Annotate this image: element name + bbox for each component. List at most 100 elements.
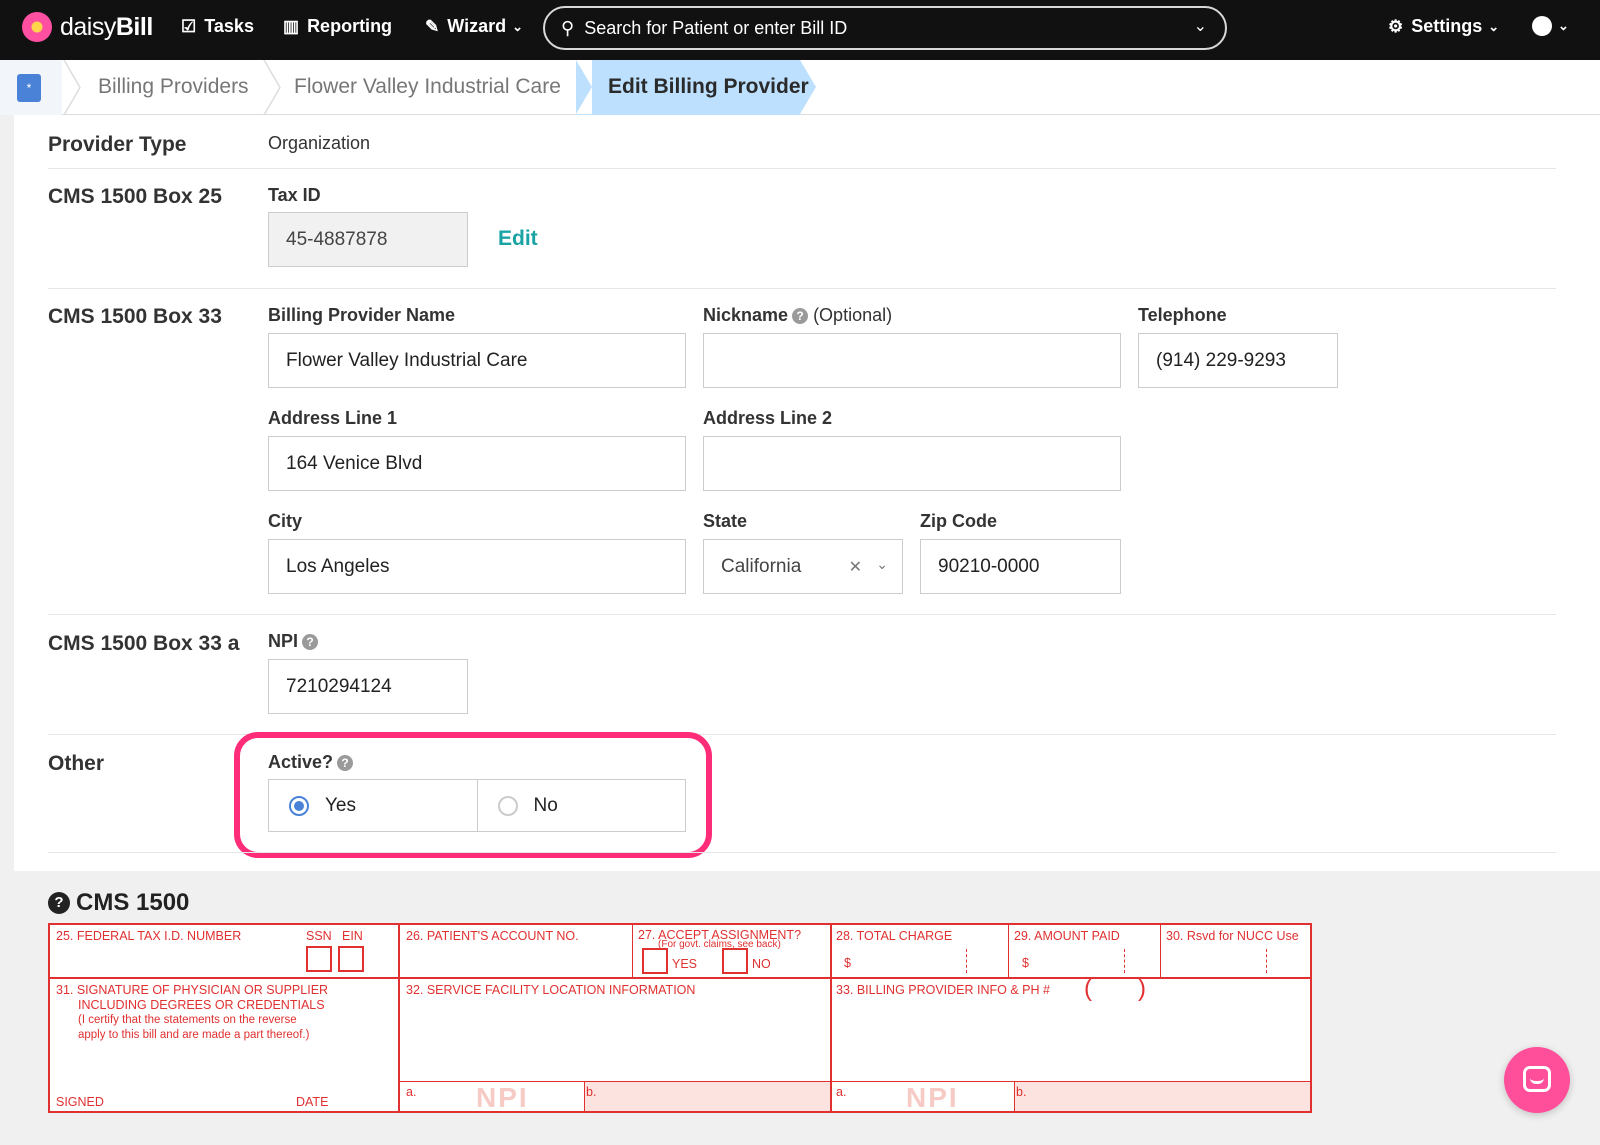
nav-wizard-label: Wizard <box>447 16 507 36</box>
ein-checkbox <box>338 946 364 972</box>
cms-field-25: 25. FEDERAL TAX I.D. NUMBER <box>56 929 242 943</box>
breadcrumb-edit-billing-provider: Edit Billing Provider <box>608 75 809 98</box>
telephone-label: Telephone <box>1138 305 1227 325</box>
breadcrumb: * Billing Providers Flower Valley Indust… <box>0 60 1600 115</box>
chat-launcher-button[interactable] <box>1504 1047 1570 1113</box>
cms-33a: a. <box>836 1085 847 1099</box>
zip-code-label: Zip Code <box>920 511 997 531</box>
state-label: State <box>703 511 748 531</box>
telephone-field[interactable]: (914) 229-9293 <box>1138 333 1338 388</box>
cms-field-33: 33. BILLING PROVIDER INFO & PH # <box>836 983 1050 997</box>
state-select[interactable]: California ✕ ⌄ <box>703 539 903 594</box>
magic-wand-icon: ✎ <box>425 16 440 36</box>
provider-type-value: Organization <box>268 133 371 153</box>
nav-wizard[interactable]: ✎ Wizard ⌄ <box>425 16 523 37</box>
tax-id-label: Tax ID <box>268 185 321 205</box>
npi-field[interactable]: 7210294124 <box>268 659 468 714</box>
search-icon: ⚲ <box>561 17 575 38</box>
tax-id-field: 45-4887878 <box>268 212 468 267</box>
nav-settings-label: Settings <box>1411 16 1483 36</box>
no-checkbox <box>722 948 748 974</box>
section-box-33: CMS 1500 Box 33 <box>48 305 222 328</box>
nav-tasks-label: Tasks <box>204 16 254 36</box>
cms-32a: a. <box>406 1085 417 1099</box>
cms-title-text: CMS 1500 <box>76 889 190 916</box>
clipboard-check-icon: ☑ <box>181 16 197 36</box>
cms-field-32: 32. SERVICE FACILITY LOCATION INFORMATIO… <box>406 983 696 997</box>
cms-field-31-line2: INCLUDING DEGREES OR CREDENTIALS <box>78 998 325 1012</box>
nickname-label-text: Nickname <box>703 305 789 325</box>
cms-ein: EIN <box>342 929 363 943</box>
nav-settings[interactable]: ⚙ Settings ⌄ <box>1388 16 1499 37</box>
yes-checkbox <box>642 948 668 974</box>
chevron-down-icon[interactable]: ⌄ <box>876 556 888 573</box>
breadcrumb-billing-providers[interactable]: Billing Providers <box>98 75 249 99</box>
cms-field-26: 26. PATIENT'S ACCOUNT NO. <box>406 929 579 943</box>
chevron-down-icon: ⌄ <box>1558 18 1569 33</box>
ssn-checkbox <box>306 946 332 972</box>
search-input[interactable]: ⚲ Search for Patient or enter Bill ID ⌄ <box>543 6 1227 50</box>
address-line-1-field[interactable]: 164 Venice Blvd <box>268 436 686 491</box>
gear-icon: ⚙ <box>1388 16 1404 36</box>
cms-dollar-29: $ <box>1022 956 1029 970</box>
npi-label: NPI? <box>268 631 319 652</box>
cms-32-npi-watermark: NPI <box>476 1082 529 1113</box>
cms-1500-title: ? CMS 1500 <box>48 889 189 917</box>
billing-provider-name-field[interactable]: Flower Valley Industrial Care <box>268 333 686 388</box>
billing-provider-icon[interactable]: * <box>17 74 41 102</box>
chevron-down-icon: ⌄ <box>1488 18 1500 34</box>
user-menu[interactable]: ⌄ <box>1532 16 1569 36</box>
section-provider-type: Provider Type <box>48 133 187 156</box>
cms-33b: b. <box>1016 1085 1027 1099</box>
cms-33-npi-watermark: NPI <box>906 1082 959 1113</box>
cms-field-31-line3: (I certify that the statements on the re… <box>78 1014 297 1026</box>
chevron-down-icon[interactable]: ⌄ <box>1194 16 1207 36</box>
city-label: City <box>268 511 303 531</box>
nickname-field[interactable] <box>703 333 1121 388</box>
top-nav: daisyBill ☑ Tasks ▥ Reporting ✎ Wizard ⌄ ⚲ S… <box>0 0 1600 60</box>
cms-paren-close: ) <box>1138 975 1146 1002</box>
address-line-1-label: Address Line 1 <box>268 408 398 428</box>
cms-field-31-line4: apply to this bill and are made a part t… <box>78 1029 310 1041</box>
cms-field-29: 29. AMOUNT PAID <box>1014 929 1120 943</box>
breadcrumb-separator <box>263 60 281 115</box>
bar-chart-icon: ▥ <box>283 16 300 36</box>
cms-no: NO <box>752 957 771 971</box>
cms-yes: YES <box>672 957 698 971</box>
brand-bold: Bill <box>115 12 153 41</box>
clear-icon[interactable]: ✕ <box>849 557 862 577</box>
address-line-2-label: Address Line 2 <box>703 408 833 428</box>
cms-date: DATE <box>296 1095 329 1109</box>
breadcrumb-separator <box>63 60 81 115</box>
address-line-2-field[interactable] <box>703 436 1121 491</box>
section-other: Other <box>48 752 105 775</box>
cms-field-28: 28. TOTAL CHARGE <box>836 929 953 943</box>
cms-32b: b. <box>586 1085 597 1099</box>
breadcrumb-provider[interactable]: Flower Valley Industrial Care <box>294 75 561 99</box>
highlight-annotation <box>234 732 712 858</box>
cms-field-27-sub: (For govt. claims, see back) <box>658 939 781 950</box>
search-placeholder: Search for Patient or enter Bill ID <box>584 17 848 38</box>
section-box-33a: CMS 1500 Box 33 a <box>48 632 240 655</box>
cms-ssn: SSN <box>306 929 332 943</box>
help-icon[interactable]: ? <box>792 308 809 324</box>
section-box-25: CMS 1500 Box 25 <box>48 185 222 208</box>
zip-code-field[interactable]: 90210-0000 <box>920 539 1121 594</box>
help-icon[interactable]: ? <box>302 634 319 650</box>
nickname-optional: (Optional) <box>813 305 893 325</box>
nav-tasks[interactable]: ☑ Tasks <box>181 16 254 37</box>
cms-signed: SIGNED <box>56 1095 104 1109</box>
cms-dollar-28: $ <box>844 956 851 970</box>
question-circle-icon[interactable]: ? <box>48 892 70 914</box>
nav-reporting[interactable]: ▥ Reporting <box>283 16 392 37</box>
brand-light: daisy <box>60 12 116 41</box>
nickname-label: Nickname? (Optional) <box>703 305 892 326</box>
daisy-icon <box>22 12 52 42</box>
city-field[interactable]: Los Angeles <box>268 539 686 594</box>
daisybill-logo[interactable]: daisyBill <box>22 12 153 42</box>
state-value: California <box>721 555 802 577</box>
cms-1500-form-preview: 25. FEDERAL TAX I.D. NUMBER SSN EIN 26. … <box>48 923 1312 1113</box>
npi-label-text: NPI <box>268 631 299 651</box>
edit-tax-id-link[interactable]: Edit <box>498 227 538 251</box>
cms-paren-open: ( <box>1084 975 1092 1002</box>
